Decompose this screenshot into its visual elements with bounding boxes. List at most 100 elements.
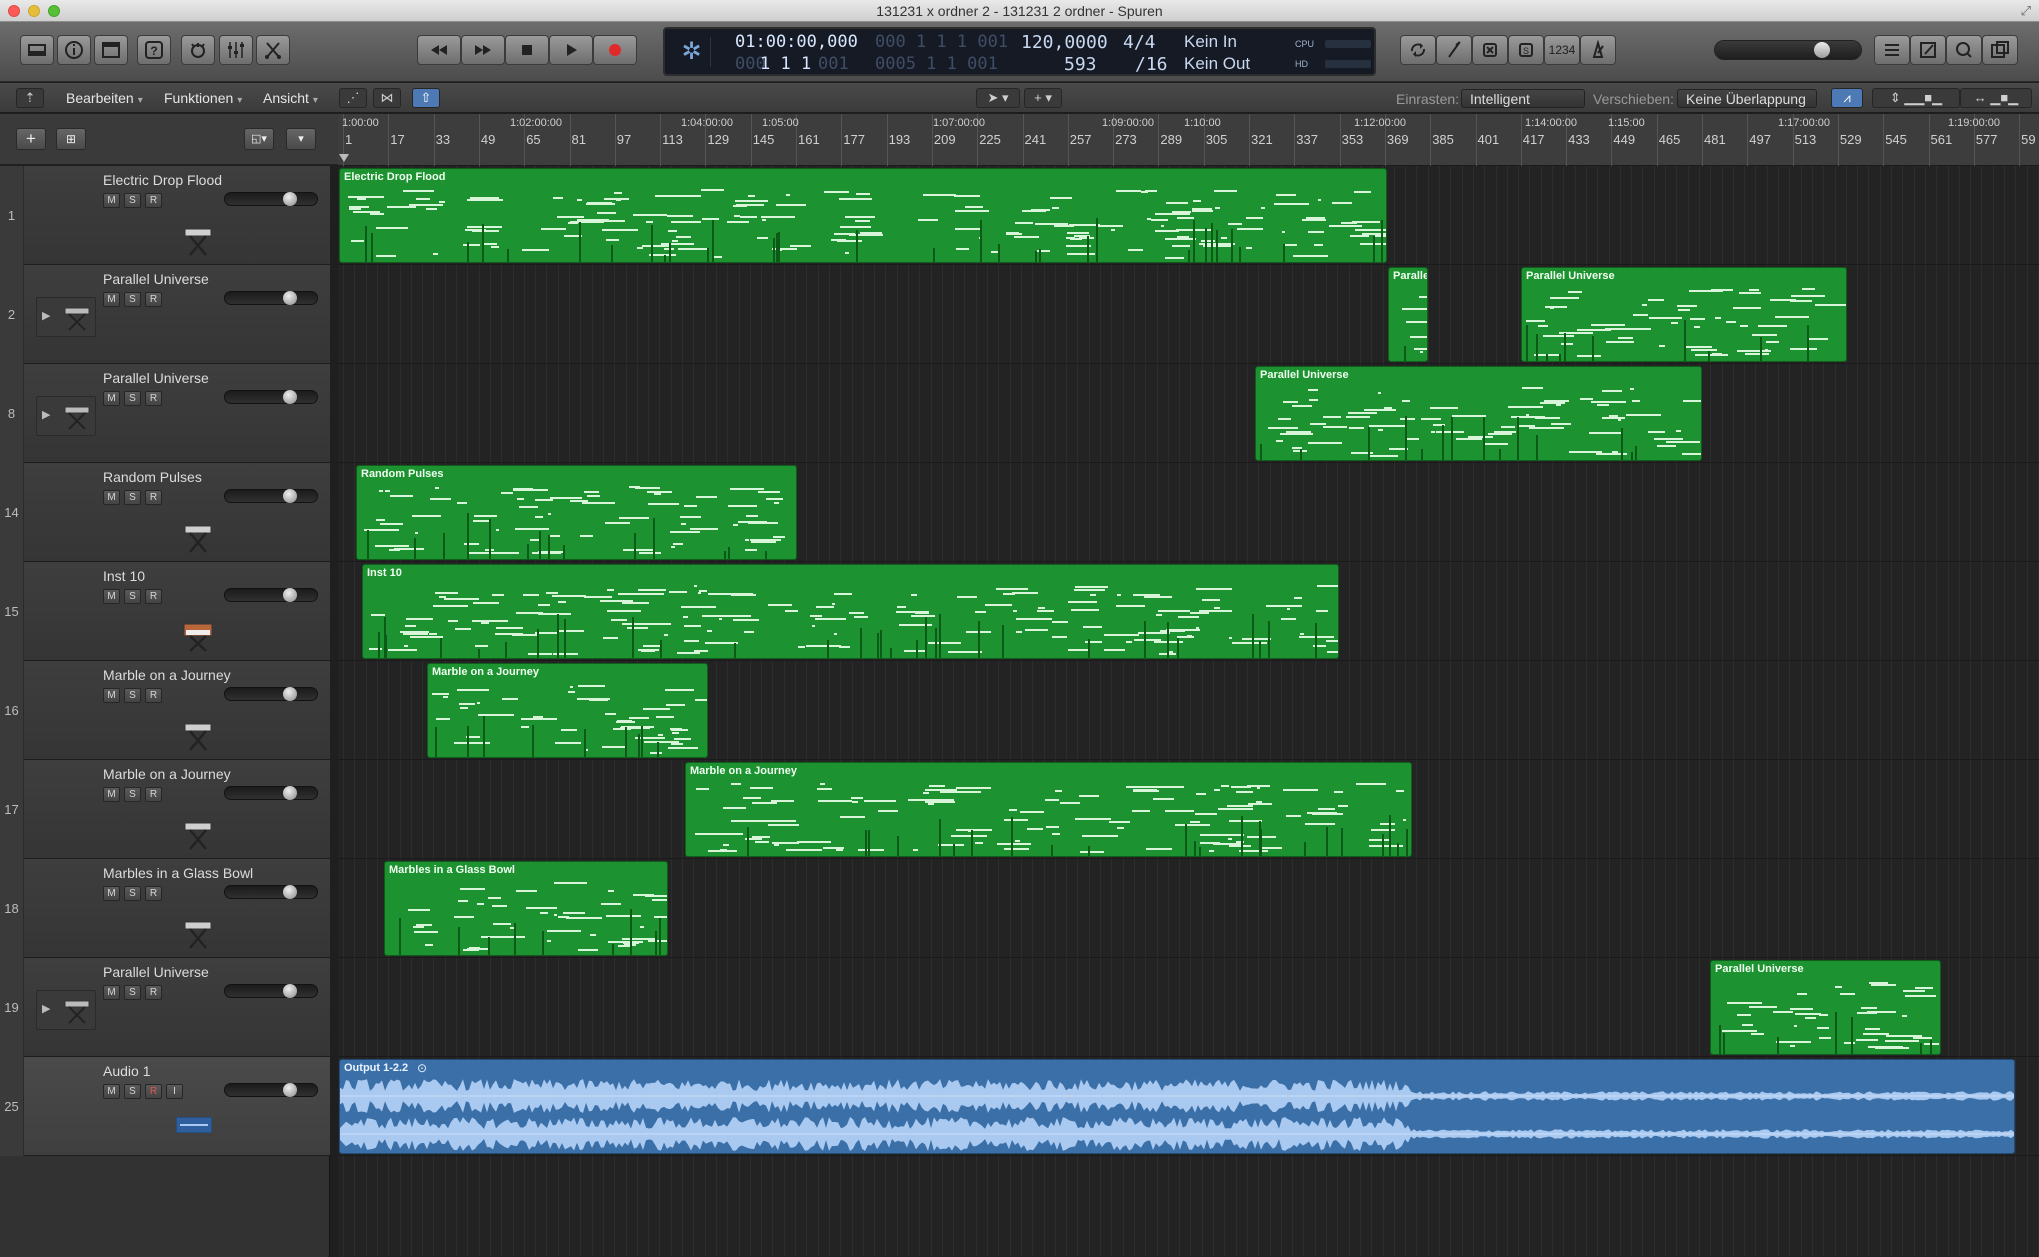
mute-button[interactable]: M [103,886,120,901]
track-header[interactable]: 18 Marbles in a Glass Bowl MSR [0,859,330,958]
lcd-division[interactable]: /16 [1135,54,1168,75]
midi-region[interactable]: Marble on a Journey [685,762,1412,857]
track-volume-slider[interactable] [224,1083,318,1097]
midi-region[interactable]: Parallel Universe [1521,267,1847,362]
snap-select[interactable]: Intelligent [1461,89,1585,108]
midi-region[interactable]: Parallel Universe [1255,366,1702,461]
midi-region[interactable]: Marbles in a Glass Bowl [384,861,668,956]
track-name[interactable]: Audio 1 [103,1063,150,1079]
cycle-button[interactable] [1400,35,1436,65]
track-volume-knob[interactable] [283,687,297,701]
track-volume-knob[interactable] [283,588,297,602]
track-volume-slider[interactable] [224,687,318,701]
notepad-button[interactable] [1910,35,1946,65]
track-name[interactable]: Inst 10 [103,568,145,584]
track-stack-disclosure[interactable]: ▶ [36,990,96,1030]
waveform-zoom-button[interactable]: ⩘ [1831,88,1863,108]
midi-region[interactable]: Marble on a Journey [427,663,708,758]
track-header[interactable]: 14 Random Pulses MSR [0,463,330,562]
record-enable-button[interactable]: R [145,787,162,802]
mute-button[interactable]: M [103,688,120,703]
solo-button[interactable]: S [124,886,141,901]
rewind-button[interactable] [417,35,461,65]
add-track-button[interactable]: + [16,128,46,150]
duplicate-track-button[interactable]: ⊞ [56,128,86,150]
mute-button[interactable]: M [103,985,120,1000]
solo-button[interactable]: S [124,193,141,208]
track-volume-slider[interactable] [224,885,318,899]
solo-button[interactable]: S [124,292,141,307]
track-volume-slider[interactable] [224,786,318,800]
midi-region[interactable]: Parallel Universe [1710,960,1941,1055]
track-name[interactable]: Marble on a Journey [103,667,231,683]
mute-button[interactable]: M [103,490,120,505]
record-enable-button[interactable]: R [145,688,162,703]
play-button[interactable] [549,35,593,65]
input-monitor-button[interactable]: I [166,1084,183,1099]
solo-button[interactable]: S [124,688,141,703]
track-name[interactable]: Electric Drop Flood [103,172,222,188]
record-button[interactable] [593,35,637,65]
disclosure-triangle-icon[interactable]: ▶ [42,309,50,322]
back-hierarchy-button[interactable]: ⇡ [16,88,44,108]
lcd-signature[interactable]: 4/4 [1123,32,1156,53]
track-volume-slider[interactable] [224,984,318,998]
arrange-area[interactable]: Electric Drop Flood Paralle Parallel Unive… [338,166,2039,1257]
mute-button[interactable]: M [103,193,120,208]
track-volume-slider[interactable] [224,390,318,404]
track-name[interactable]: Parallel Universe [103,370,209,386]
midi-region[interactable]: Paralle [1388,267,1428,362]
help-button[interactable]: ? [137,35,171,65]
track-header[interactable]: 17 Marble on a Journey MSR [0,760,330,859]
track-header[interactable]: 25 Audio 1 MSRI [0,1057,330,1156]
disclosure-triangle-icon[interactable]: ▶ [42,408,50,421]
track-name[interactable]: Random Pulses [103,469,202,485]
track-name[interactable]: Parallel Universe [103,964,209,980]
track-header-menu-button[interactable]: ▾ [286,128,316,150]
inspector-button[interactable] [57,35,91,65]
track-stack-disclosure[interactable]: ▶ [36,297,96,337]
forward-button[interactable] [461,35,505,65]
record-enable-button[interactable]: R [145,985,162,1000]
track-name[interactable]: Marble on a Journey [103,766,231,782]
record-enable-button[interactable]: R [145,292,162,307]
lcd-mode-gear-icon[interactable]: ✲ [673,37,711,67]
menu-edit[interactable]: Bearbeiten ▾ [62,88,147,108]
toolbar-button[interactable] [94,35,128,65]
track-volume-knob[interactable] [283,489,297,503]
record-enable-button[interactable]: R [145,490,162,505]
pointer-tool-menu[interactable]: ➤ ▾ [976,88,1020,108]
smart-controls-button[interactable] [181,35,215,65]
solo-button[interactable]: S [124,1084,141,1099]
solo-button[interactable] [1472,35,1508,65]
menu-view[interactable]: Ansicht ▾ [259,88,322,108]
track-volume-slider[interactable] [224,192,318,206]
track-header[interactable]: 8 Parallel Universe MSR ▶ [0,364,330,463]
mute-button[interactable]: M [103,589,120,604]
catch-playhead-button[interactable]: ⇧ [412,88,440,108]
track-volume-slider[interactable] [224,489,318,503]
track-volume-knob[interactable] [283,1083,297,1097]
track-volume-knob[interactable] [283,291,297,305]
solo-button[interactable]: S [124,589,141,604]
track-volume-slider[interactable] [224,291,318,305]
midi-region[interactable]: Electric Drop Flood [339,168,1387,263]
track-name[interactable]: Marbles in a Glass Bowl [103,865,253,881]
audio-region[interactable]: Output 1-2.2 ⊙ [339,1059,2015,1154]
global-tracks-button[interactable]: ◱▾ [244,128,274,150]
track-volume-slider[interactable] [224,588,318,602]
track-header[interactable]: 1 Electric Drop Flood MSR [0,166,330,265]
metronome-button[interactable] [1580,35,1616,65]
fullscreen-icon[interactable]: ⤢ [2021,3,2031,19]
track-header[interactable]: 19 Parallel Universe MSR ▶ [0,958,330,1057]
drag-select[interactable]: Keine Überlappung [1677,89,1817,108]
mixer-button[interactable] [219,35,253,65]
track-stack-disclosure[interactable]: ▶ [36,396,96,436]
loop-browser-button[interactable] [1946,35,1982,65]
track-volume-knob[interactable] [283,984,297,998]
mute-button[interactable]: M [103,1084,120,1099]
disclosure-triangle-icon[interactable]: ▶ [42,1002,50,1015]
mute-button[interactable]: M [103,787,120,802]
lcd-tempo[interactable]: 120,0000 [1021,32,1108,53]
solo-button[interactable]: S [124,787,141,802]
